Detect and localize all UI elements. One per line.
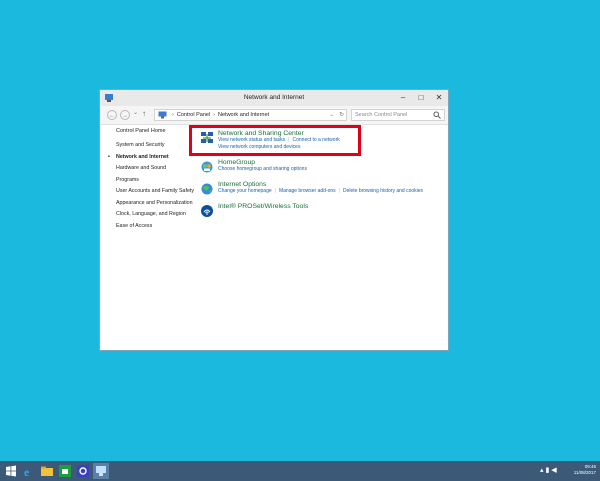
close-button[interactable]: ✕ xyxy=(430,90,448,106)
sidebar: Control Panel Home System and Security N… xyxy=(108,128,196,234)
sidebar-item-system-security[interactable]: System and Security xyxy=(116,142,196,149)
svg-text:e: e xyxy=(24,465,30,479)
volume-icon[interactable]: ◀ xyxy=(551,467,556,474)
address-bar[interactable]: › Control Panel › Network and Internet ⌄ ↻ xyxy=(154,109,347,121)
network-tray-icon[interactable]: ▮ xyxy=(545,467,549,474)
breadcrumb-separator: › xyxy=(172,112,174,118)
forward-button[interactable]: → xyxy=(120,110,130,120)
system-tray-icons[interactable]: ▴ ▮ ◀ xyxy=(540,466,557,474)
breadcrumb-control-panel[interactable]: Control Panel xyxy=(177,112,210,118)
internet-options-link[interactable]: Internet Options xyxy=(218,181,450,188)
refresh-icon[interactable]: ↻ xyxy=(339,110,344,120)
store-icon[interactable] xyxy=(57,463,73,479)
category-internet-options: Internet Options Change your homepage | Ma… xyxy=(200,181,450,195)
sidebar-item-ease-of-access[interactable]: Ease of Access xyxy=(116,223,196,230)
breadcrumb-network-internet[interactable]: Network and Internet xyxy=(218,112,269,118)
sidebar-item-appearance[interactable]: Appearance and Personalization xyxy=(116,200,196,207)
highlight-box xyxy=(189,125,361,156)
control-panel-icon xyxy=(158,111,167,119)
sidebar-item-programs[interactable]: Programs xyxy=(116,177,196,184)
taskbar: e ▴ ▮ ◀ 09:46 11/08/2017 xyxy=(0,461,600,481)
homegroup-link[interactable]: HomeGroup xyxy=(218,159,450,166)
address-dropdown-icon[interactable]: ⌄ xyxy=(329,110,334,120)
sidebar-item-clock-language[interactable]: Clock, Language, and Region xyxy=(116,211,196,218)
back-button[interactable]: ← xyxy=(107,110,117,120)
homegroup-links: Choose homegroup and sharing options xyxy=(218,166,450,173)
internet-options-links: Change your homepage | Manage browser add-… xyxy=(218,188,450,195)
minimize-button[interactable]: – xyxy=(394,90,412,106)
breadcrumb-separator: › xyxy=(213,112,216,118)
homegroup-icon[interactable] xyxy=(200,160,214,174)
show-hidden-icons-icon[interactable]: ▴ xyxy=(540,467,544,474)
sidebar-item-hardware-sound[interactable]: Hardware and Sound xyxy=(116,165,196,172)
sidebar-item-network-internet[interactable]: Network and Internet xyxy=(108,154,196,161)
clock-date: 11/08/2017 xyxy=(573,470,596,475)
search-input[interactable]: Search Control Panel xyxy=(351,109,445,121)
link-divider: | xyxy=(274,188,276,194)
clock[interactable]: 09:46 11/08/2017 xyxy=(574,464,596,476)
recent-locations-button[interactable]: ⌄ xyxy=(133,109,138,116)
intel-graphics-icon[interactable] xyxy=(75,463,91,479)
up-button[interactable]: ↑ xyxy=(142,109,146,118)
wireless-icon[interactable] xyxy=(200,204,214,218)
control-panel-taskbar-icon[interactable] xyxy=(93,463,109,479)
navigation-bar: ← → ⌄ ↑ › Control Panel › Network and Inter… xyxy=(100,106,448,125)
globe-icon[interactable] xyxy=(200,182,214,196)
manage-addons-link[interactable]: Manage browser add-ons xyxy=(279,188,336,194)
homegroup-sharing-options-link[interactable]: Choose homegroup and sharing options xyxy=(218,166,307,172)
title-bar[interactable]: Network and Internet – □ ✕ xyxy=(100,90,448,106)
file-explorer-icon[interactable] xyxy=(39,463,55,479)
category-homegroup: HomeGroup Choose homegroup and sharing o… xyxy=(200,159,450,173)
category-intel-wireless: Intel® PROSet/Wireless Tools xyxy=(200,203,450,217)
link-divider: | xyxy=(338,188,340,194)
start-button-icon[interactable] xyxy=(3,463,19,479)
search-placeholder: Search Control Panel xyxy=(355,112,408,118)
internet-explorer-icon[interactable]: e xyxy=(21,463,37,479)
sidebar-item-user-accounts[interactable]: User Accounts and Family Safety xyxy=(116,188,196,195)
sidebar-home-link[interactable]: Control Panel Home xyxy=(116,128,196,134)
intel-proset-wireless-link[interactable]: Intel® PROSet/Wireless Tools xyxy=(218,203,450,210)
search-icon[interactable] xyxy=(433,111,441,119)
delete-history-link[interactable]: Delete browsing history and cookies xyxy=(343,188,423,194)
maximize-button[interactable]: □ xyxy=(412,90,430,106)
change-homepage-link[interactable]: Change your homepage xyxy=(218,188,272,194)
